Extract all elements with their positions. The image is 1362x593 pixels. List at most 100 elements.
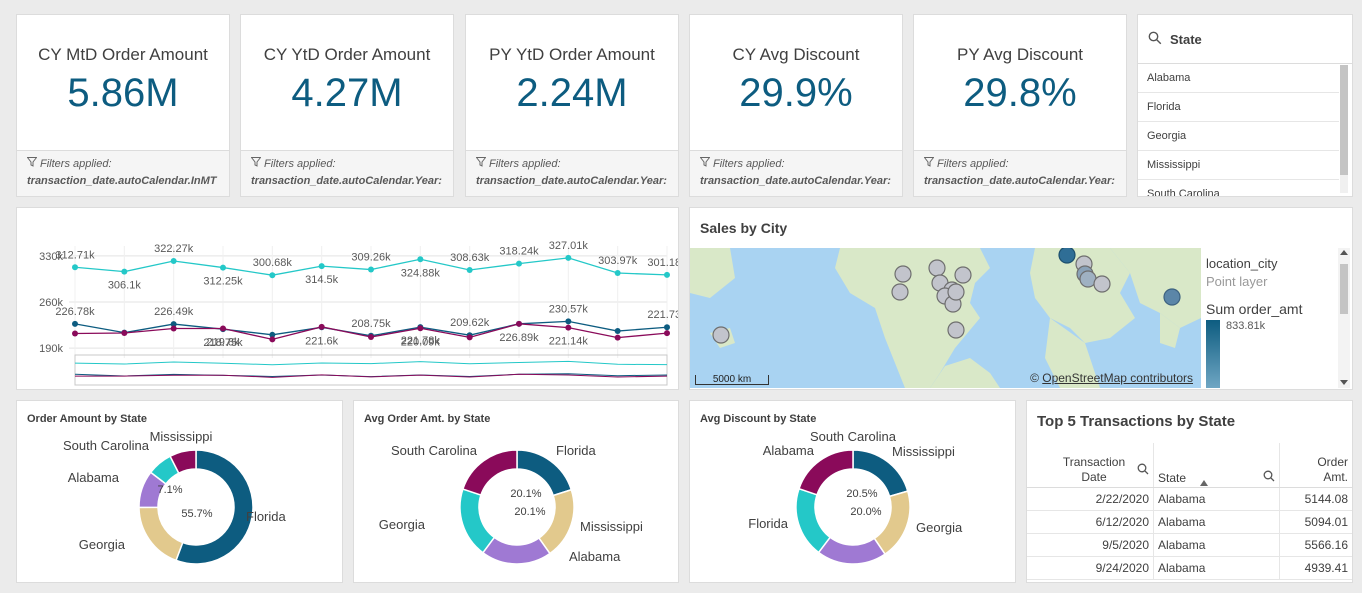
data-point — [565, 324, 572, 331]
donut-slice — [795, 487, 832, 554]
donut-slice — [481, 536, 551, 565]
cell-state: Alabama — [1153, 533, 1280, 557]
scrollbar-thumb[interactable] — [1340, 65, 1348, 175]
cell-state: Alabama — [1153, 510, 1280, 534]
kpi-title: CY MtD Order Amount — [38, 45, 208, 64]
column-header-order-amt[interactable]: Order Amt. — [1279, 443, 1352, 488]
donut-panel-avg-discount[interactable]: Avg Discount by State Mississippi Georgia… — [689, 400, 1016, 583]
data-label: 300.68k — [253, 257, 293, 269]
map-title: Sales by City — [700, 220, 788, 236]
data-point — [417, 256, 424, 263]
search-icon[interactable] — [1263, 470, 1275, 485]
filter-icon — [26, 157, 38, 170]
kpi-card-cy-ytd[interactable]: CY YtD Order Amount 4.27M Filters applie… — [240, 14, 454, 197]
scroll-down-icon[interactable] — [1340, 380, 1348, 385]
scroll-up-icon[interactable] — [1340, 250, 1348, 255]
list-item-state[interactable]: Georgia — [1138, 122, 1339, 151]
kpi-card-cy-mtd[interactable]: CY MtD Order Amount 5.86M Filters applie… — [16, 14, 230, 197]
data-point — [664, 271, 670, 278]
column-header-label: Transaction Date — [1062, 455, 1126, 484]
slice-label: Georgia — [379, 517, 426, 532]
filter-icon — [250, 157, 262, 170]
data-label: 226.89k — [499, 332, 539, 344]
data-point — [664, 330, 670, 337]
kpi-filter-footer: Filters applied: transaction_date.autoCa… — [241, 150, 453, 196]
copyright-symbol: © — [1030, 371, 1039, 385]
list-item-state[interactable]: Florida — [1138, 93, 1339, 122]
table-row[interactable]: 9/24/2020 Alabama 4939.41 — [1027, 556, 1352, 580]
data-point — [170, 325, 177, 332]
column-header-state[interactable]: State — [1153, 443, 1280, 488]
donut-panel-avg-order-amt[interactable]: Avg Order Amt. by State Florida Mississip… — [353, 400, 679, 583]
table-row[interactable]: 6/12/2020 Alabama 5094.01 — [1027, 510, 1352, 534]
filter-label: Filters applied: — [713, 157, 785, 170]
slice-label: South Carolina — [63, 438, 150, 453]
search-icon — [1148, 31, 1162, 48]
slice-label: Mississippi — [150, 429, 213, 444]
donut-chart[interactable]: Florida Georgia Alabama South CarolinaMissi… — [17, 401, 343, 583]
data-point — [220, 264, 226, 271]
scrollbar[interactable] — [1340, 65, 1348, 193]
kpi-card-py-ytd[interactable]: PY YtD Order Amount 2.24M Filters applie… — [465, 14, 679, 197]
donut-slice — [459, 488, 496, 554]
list-item-state[interactable]: South Carolina — [1138, 180, 1339, 196]
slice-label: Florida — [556, 443, 597, 458]
legend-measure: Sum order_amt — [1206, 301, 1303, 317]
column-header-transaction-date[interactable]: Transaction Date — [1027, 443, 1154, 488]
kpi-title: PY YtD Order Amount — [489, 45, 655, 64]
filter-label: Filters applied: — [264, 157, 336, 170]
map-attribution: © OpenStreetMap contributors — [1030, 371, 1193, 385]
table-row[interactable]: 2/22/2020 Alabama 5144.08 — [1027, 487, 1352, 511]
state-filter-header[interactable]: State — [1138, 15, 1352, 64]
state-filter-pane[interactable]: State Alabama Florida Georgia Mississipp… — [1137, 14, 1353, 197]
data-label: 230.57k — [549, 303, 589, 315]
slice-value-label: 20.5% — [846, 488, 877, 500]
filter-icon — [699, 157, 711, 170]
kpi-title: CY Avg Discount — [732, 45, 860, 64]
filter-label: Filters applied: — [40, 157, 112, 170]
line-chart-panel[interactable]: 330k 260k 190k 312.71k 306.1k 322.27k 312.25k 3… — [16, 207, 679, 390]
kpi-value: 5.86M — [67, 71, 179, 115]
legend-scrollbar[interactable] — [1338, 248, 1350, 388]
slice-label: Mississippi — [892, 444, 955, 459]
navigator-line — [74, 360, 668, 366]
donut-slice — [138, 506, 184, 562]
donut-chart[interactable]: Florida Mississippi Alabama Georgia South Ca… — [354, 401, 679, 583]
kpi-title: PY Avg Discount — [956, 45, 1083, 64]
data-label: 306.1k — [108, 280, 142, 292]
transactions-table: Transaction Date State Order Amt. 2/22/2… — [1027, 443, 1352, 580]
filter-label: Filters applied: — [937, 157, 1009, 170]
search-icon[interactable] — [1137, 463, 1149, 478]
sort-ascending-icon[interactable] — [1200, 480, 1208, 486]
cell-date: 9/5/2020 — [1027, 533, 1154, 557]
donut-slice — [873, 490, 911, 556]
donut-panel-order-amount[interactable]: Order Amount by State Florida Georgia Alab… — [16, 400, 343, 583]
column-header-label: State — [1158, 470, 1187, 485]
scrollbar-thumb[interactable] — [1340, 264, 1348, 314]
kpi-value: 2.24M — [516, 71, 628, 115]
map-canvas[interactable]: 5000 km © OpenStreetMap contributors — [690, 248, 1201, 388]
slice-label: Georgia — [79, 537, 126, 552]
data-point — [516, 260, 522, 267]
line-chart[interactable]: 330k260k190k312.71k306.1k322.27k312.25k3… — [17, 208, 679, 390]
data-point — [318, 263, 325, 270]
cell-amount: 5144.08 — [1279, 487, 1352, 511]
list-item-state[interactable]: Mississippi — [1138, 151, 1339, 180]
list-item-state[interactable]: Alabama — [1138, 64, 1339, 93]
kpi-card-cy-avg-discount[interactable]: CY Avg Discount 29.9% Filters applied: t… — [689, 14, 903, 197]
cell-state: Alabama — [1153, 556, 1280, 580]
map-panel[interactable]: Sales by City 5000 km © OpenStreetMap co… — [689, 207, 1353, 390]
top5-table-panel[interactable]: Top 5 Transactions by State Transaction … — [1026, 400, 1353, 583]
donut-chart[interactable]: Mississippi Georgia Florida AlabamaSouth Ca… — [690, 401, 1016, 583]
data-point — [72, 330, 78, 337]
data-point — [664, 324, 670, 331]
slice-label: Mississippi — [580, 519, 643, 534]
table-row[interactable]: 9/5/2020 Alabama 5566.16 — [1027, 533, 1352, 557]
kpi-card-py-avg-discount[interactable]: PY Avg Discount 29.8% Filters applied: t… — [913, 14, 1127, 197]
filter-icon — [923, 157, 935, 170]
legend-gradient — [1206, 320, 1220, 388]
attribution-link[interactable]: OpenStreetMap contributors — [1042, 371, 1193, 385]
data-label: 221.73k — [647, 309, 679, 321]
data-point — [417, 325, 424, 332]
filter-value: transaction_date.autoCalendar.Year: — [476, 175, 667, 187]
